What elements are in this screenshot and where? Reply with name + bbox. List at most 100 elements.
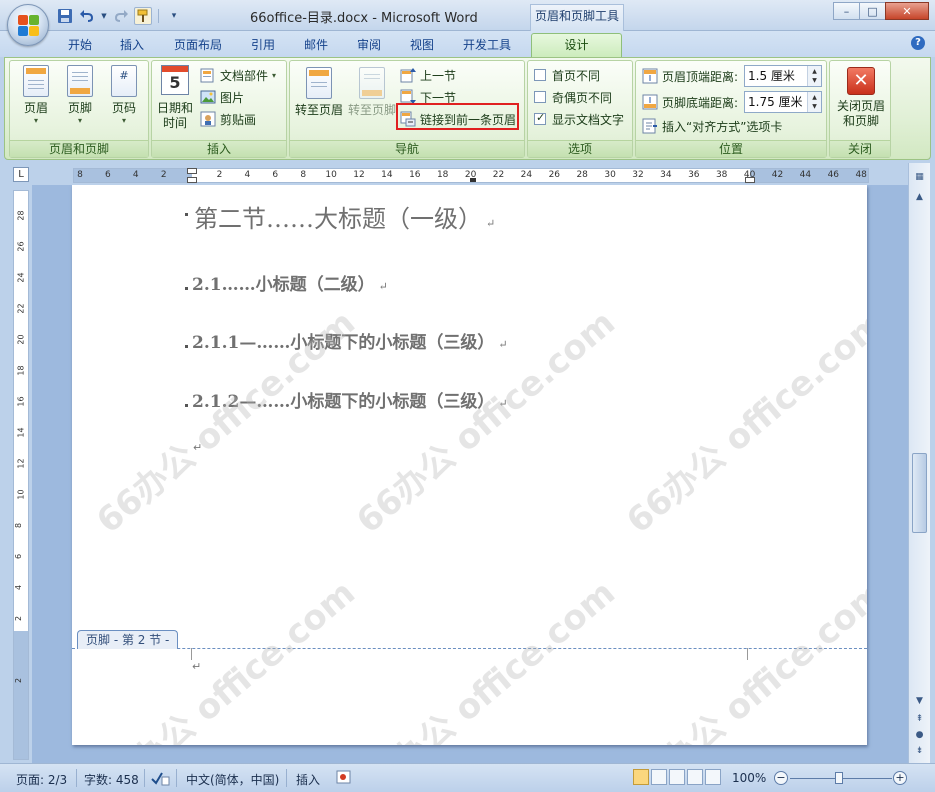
close-button[interactable]: ✕ — [885, 2, 929, 20]
ruler-tick-label: 48 — [855, 170, 867, 180]
heading-level-1[interactable]: 第二节……大标题（一级） ↵ — [194, 199, 495, 234]
help-icon[interactable]: ? — [911, 36, 925, 50]
minimize-button[interactable]: – — [833, 2, 860, 20]
draft-view-icon[interactable] — [705, 769, 721, 785]
first-line-indent-marker[interactable] — [187, 168, 197, 174]
footer-paragraph-mark[interactable]: ↵ — [192, 660, 201, 673]
full-screen-reading-view-icon[interactable] — [651, 769, 667, 785]
diff-odd-even-checkbox[interactable]: 奇偶页不同 — [534, 87, 612, 107]
clipart-icon — [200, 111, 216, 127]
prev-page-icon[interactable]: ⇞ — [911, 711, 928, 728]
picture-button[interactable]: 图片 — [200, 87, 244, 107]
next-page-icon[interactable]: ⇟ — [911, 743, 928, 760]
watermark: 66办公 office.com — [619, 572, 867, 745]
context-tab-header-footer-tools: 页眉和页脚工具 — [530, 4, 624, 31]
scroll-up-icon[interactable]: ▲ — [911, 189, 928, 206]
center-tab-stop-icon[interactable] — [470, 178, 476, 182]
footer-distance-icon — [642, 94, 658, 110]
show-doc-text-checkbox[interactable]: 显示文档文字 — [534, 109, 624, 129]
window-title: 66office-目录.docx - Microsoft Word — [250, 11, 478, 26]
status-bar: 页面: 2/3 字数: 458 中文(简体，中国) 插入 100% − + — [0, 763, 935, 792]
vruler-tick-label: 8 — [14, 522, 24, 529]
document-page[interactable]: 第二节……大标题（一级） ↵ 2.1……小标题（二级） ↵ 2.1.1—……小标题下… — [72, 185, 867, 745]
spin-arrows-icon[interactable]: ▲ ▼ — [807, 92, 821, 112]
horizontal-ruler[interactable]: 8 6 4 2 2 4 6 8 10 12 14 16 18 20 22 24 26 28 30 32 34 36 38 40… — [73, 168, 869, 183]
footer-button[interactable]: 页脚 ▾ — [60, 65, 100, 125]
paint-format-icon[interactable] — [134, 7, 152, 25]
vruler-tick-label: 12 — [16, 458, 26, 469]
zoom-level[interactable]: 100% — [732, 771, 766, 785]
page-number-button[interactable]: # 页码 ▾ — [104, 65, 144, 125]
zoom-in-icon[interactable]: + — [893, 771, 907, 785]
checkbox-checked[interactable] — [534, 111, 546, 125]
ruler-tick-label: 32 — [632, 170, 644, 180]
goto-header-button[interactable]: 转至页眉 — [292, 67, 346, 118]
title-bar: ▼ ▾ 66office-目录.docx - Microsoft Word 页眉… — [0, 0, 935, 31]
tab-developer[interactable]: 开发工具 — [456, 36, 518, 56]
page-indicator[interactable]: 页面: 2/3 — [16, 771, 67, 788]
vruler-tick-label: 18 — [16, 365, 26, 376]
tab-selector-icon[interactable]: L — [13, 167, 29, 182]
ruler-toggle-icon[interactable]: ▦ — [911, 169, 928, 186]
hanging-indent-marker[interactable] — [187, 177, 197, 183]
tab-page-layout[interactable]: 页面布局 — [168, 36, 228, 56]
tab-home[interactable]: 开始 — [62, 36, 98, 56]
language-indicator[interactable]: 中文(简体，中国) — [186, 771, 279, 788]
ruler-tick-label: 38 — [715, 170, 728, 180]
zoom-slider-handle[interactable] — [835, 772, 843, 784]
zoom-out-icon[interactable]: − — [774, 771, 788, 785]
tab-references[interactable]: 引用 — [245, 36, 281, 56]
heading-level-2[interactable]: 2.1……小标题（二级） ↵ — [192, 270, 388, 295]
redo-icon[interactable] — [112, 7, 130, 25]
group-label-insert: 插入 — [152, 140, 286, 157]
vruler-tick-label: 6 — [14, 553, 24, 560]
maximize-button[interactable]: □ — [859, 2, 886, 20]
right-indent-marker[interactable] — [745, 177, 755, 183]
insert-mode-indicator[interactable]: 插入 — [296, 771, 320, 788]
save-icon[interactable] — [56, 7, 74, 25]
outline-view-icon[interactable] — [687, 769, 703, 785]
footer-section-tag: 页脚 - 第 2 节 - — [77, 630, 179, 649]
checkbox-unchecked[interactable] — [534, 69, 546, 81]
diff-first-page-checkbox[interactable]: 首页不同 — [534, 65, 600, 85]
paragraph-mark-icon: ↵ — [498, 338, 508, 351]
close-header-footer-button[interactable]: ✕ 关闭页眉 和页脚 — [832, 67, 890, 129]
proofing-icon[interactable] — [150, 769, 170, 790]
datetime-button[interactable]: 5 日期和 时间 — [154, 65, 196, 131]
group-close: ✕ 关闭页眉 和页脚 关闭 — [829, 60, 891, 158]
scroll-down-icon[interactable]: ▼ — [911, 693, 928, 710]
customize-dropdown-icon[interactable]: ▼ — [100, 7, 108, 25]
empty-paragraph-mark[interactable]: ↵ — [193, 441, 202, 454]
tab-design[interactable]: 设计 — [531, 33, 622, 58]
ruler-tick-label: 4 — [132, 170, 139, 180]
insert-align-tab-button[interactable]: 插入“对齐方式”选项卡 — [642, 116, 782, 136]
doc-parts-button[interactable]: 文档部件 ▾ — [200, 65, 276, 85]
tab-view[interactable]: 视图 — [404, 36, 440, 56]
scroll-thumb[interactable] — [912, 453, 927, 533]
heading-level-3[interactable]: 2.1.1—……小标题下的小标题（三级） ↵ — [192, 328, 508, 353]
header-button[interactable]: 页眉 ▾ — [16, 65, 56, 125]
footer-bottom-distance-input[interactable]: 1.75 厘米 ▲ ▼ — [744, 91, 822, 113]
goto-footer-button[interactable]: 转至页脚 — [346, 67, 398, 118]
customize-qat-icon[interactable]: ▾ — [165, 7, 183, 25]
prev-section-button[interactable]: 上一节 — [400, 65, 456, 85]
tab-mailings[interactable]: 邮件 — [298, 36, 334, 56]
tab-review[interactable]: 审阅 — [351, 36, 387, 56]
clipart-button[interactable]: 剪贴画 — [200, 109, 256, 129]
web-layout-view-icon[interactable] — [669, 769, 685, 785]
goto-header-icon — [304, 67, 334, 99]
word-count[interactable]: 字数: 458 — [84, 771, 139, 788]
ribbon-tabs: 开始 插入 页面布局 引用 邮件 审阅 视图 开发工具 设计 ? — [0, 31, 935, 58]
macro-record-icon[interactable] — [336, 769, 352, 788]
tab-insert[interactable]: 插入 — [114, 36, 150, 56]
header-top-distance-input[interactable]: 1.5 厘米 ▲ ▼ — [744, 65, 822, 87]
vertical-ruler[interactable]: 28 26 24 22 20 18 16 14 12 10 8 6 4 2 2 — [13, 190, 29, 760]
office-button[interactable] — [7, 4, 49, 46]
vertical-scrollbar[interactable]: ▦ ▲ ▼ ⇞ ● ⇟ — [908, 163, 930, 763]
print-layout-view-icon[interactable] — [633, 769, 649, 785]
spin-arrows-icon[interactable]: ▲ ▼ — [807, 66, 821, 86]
browse-object-icon[interactable]: ● — [911, 727, 928, 744]
checkbox-unchecked[interactable] — [534, 91, 546, 103]
undo-icon[interactable] — [78, 7, 96, 25]
heading-level-3[interactable]: 2.1.2—……小标题下的小标题（三级） ↵ — [192, 387, 508, 412]
